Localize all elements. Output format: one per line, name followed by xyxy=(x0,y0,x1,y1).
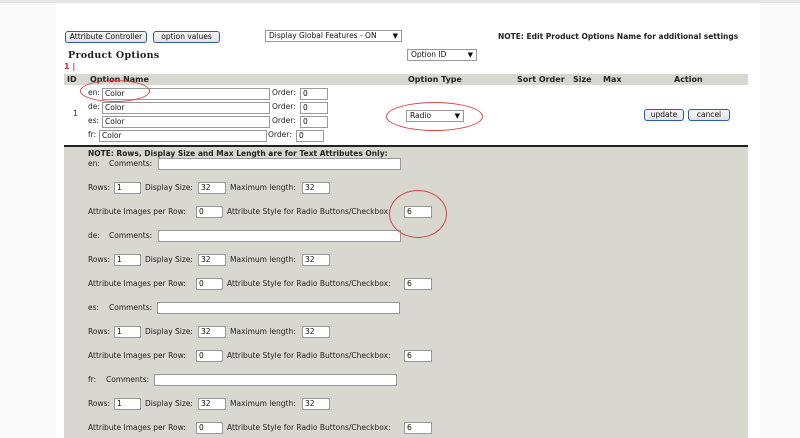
images-per-row-input-en[interactable]: 0 xyxy=(196,206,223,218)
table-header xyxy=(64,74,748,85)
name-input-fr[interactable]: Color xyxy=(99,130,267,142)
col-action: Action xyxy=(674,75,703,84)
style-label-de: Attribute Style for Radio Buttons/Checkb… xyxy=(227,279,391,288)
display-size-label-de: Display Size: xyxy=(145,255,193,264)
comments-input-en[interactable] xyxy=(158,158,401,170)
text-attr-note: NOTE: Rows, Display Size and Max Length … xyxy=(88,149,388,158)
order-label-de: Order: xyxy=(272,102,296,111)
right-margin xyxy=(760,3,800,438)
comments-input-fr[interactable] xyxy=(154,374,397,386)
max-length-label-de: Maximum length: xyxy=(230,255,296,264)
display-size-label-es: Display Size: xyxy=(145,327,193,336)
dropdown-arrow-icon: ▼ xyxy=(467,51,473,59)
name-lang-fr: fr: xyxy=(88,130,97,139)
max-length-label-es: Maximum length: xyxy=(230,327,296,336)
comments-lang-es: es: xyxy=(88,303,100,312)
sort-by-select[interactable]: Option ID ▼ xyxy=(407,49,477,61)
option-values-button[interactable]: option values xyxy=(153,31,220,43)
name-input-de[interactable]: Color xyxy=(102,102,270,114)
max-length-input-es[interactable]: 32 xyxy=(302,326,330,338)
left-margin xyxy=(0,3,56,438)
update-button[interactable]: update xyxy=(644,109,684,121)
max-length-input-fr[interactable]: 32 xyxy=(302,398,330,410)
display-size-input-de[interactable]: 32 xyxy=(198,254,226,266)
images-per-row-input-de[interactable]: 0 xyxy=(196,278,223,290)
dropdown-arrow-icon: ▼ xyxy=(392,32,398,40)
order-input-en[interactable]: 0 xyxy=(300,88,328,100)
max-length-input-en[interactable]: 32 xyxy=(302,182,330,194)
display-size-input-fr[interactable]: 32 xyxy=(198,398,226,410)
option-id: 1 xyxy=(73,109,78,118)
sort-by-value: Option ID xyxy=(411,50,447,59)
display-size-label-fr: Display Size: xyxy=(145,399,193,408)
images-per-row-input-es[interactable]: 0 xyxy=(196,350,223,362)
style-input-fr[interactable]: 6 xyxy=(404,422,432,434)
order-label-es: Order: xyxy=(272,116,296,125)
top-border xyxy=(0,0,800,3)
name-lang-de: de: xyxy=(88,102,100,111)
col-sort-order: Sort Order xyxy=(517,75,565,84)
rows-input-fr[interactable]: 1 xyxy=(114,398,141,410)
annotation-circle-option-name xyxy=(80,80,150,102)
display-size-label-en: Display Size: xyxy=(145,183,193,192)
images-per-row-label-en: Attribute Images per Row: xyxy=(88,207,186,216)
comments-label-en: Comments: xyxy=(109,159,153,168)
comments-input-es[interactable] xyxy=(157,302,400,314)
max-length-input-de[interactable]: 32 xyxy=(302,254,330,266)
style-input-es[interactable]: 6 xyxy=(404,350,432,362)
comments-lang-en: en: xyxy=(88,159,100,168)
rows-input-de[interactable]: 1 xyxy=(114,254,141,266)
cancel-button[interactable]: cancel xyxy=(688,109,730,121)
display-size-input-en[interactable]: 32 xyxy=(198,182,226,194)
style-label-es: Attribute Style for Radio Buttons/Checkb… xyxy=(227,351,391,360)
annotation-circle-option-type xyxy=(386,102,483,131)
style-label-en: Attribute Style for Radio Buttons/Checkb… xyxy=(227,207,391,216)
images-per-row-label-es: Attribute Images per Row: xyxy=(88,351,186,360)
max-length-label-fr: Maximum length: xyxy=(230,399,296,408)
col-size: Size xyxy=(573,75,592,84)
comments-lang-de: de: xyxy=(88,231,100,240)
col-id: ID xyxy=(67,75,77,84)
global-features-value: Display Global Features - ON xyxy=(269,31,377,40)
pagination[interactable]: 1 | xyxy=(64,62,75,71)
comments-label-de: Comments: xyxy=(109,231,153,240)
display-size-input-es[interactable]: 32 xyxy=(198,326,226,338)
order-label-fr: Order: xyxy=(268,130,292,139)
style-label-fr: Attribute Style for Radio Buttons/Checkb… xyxy=(227,423,391,432)
name-lang-es: es: xyxy=(88,116,100,125)
col-option-type: Option Type xyxy=(408,75,462,84)
attribute-controller-button[interactable]: Attribute Controller xyxy=(65,31,147,43)
rows-label-de: Rows: xyxy=(88,255,111,264)
rows-label-en: Rows: xyxy=(88,183,111,192)
comments-label-es: Comments: xyxy=(109,303,153,312)
images-per-row-label-fr: Attribute Images per Row: xyxy=(88,423,186,432)
style-input-de[interactable]: 6 xyxy=(404,278,432,290)
order-input-es[interactable]: 0 xyxy=(300,116,328,128)
comments-input-de[interactable] xyxy=(158,230,401,242)
settings-note: NOTE: Edit Product Options Name for addi… xyxy=(498,32,739,41)
col-max: Max xyxy=(603,75,622,84)
order-label-en: Order: xyxy=(272,88,296,97)
annotation-circle-style xyxy=(389,190,447,238)
order-input-fr[interactable]: 0 xyxy=(296,130,324,142)
page-title: Product Options xyxy=(68,50,160,61)
rows-label-es: Rows: xyxy=(88,327,111,336)
global-features-select[interactable]: Display Global Features - ON ▼ xyxy=(265,30,402,42)
images-per-row-input-fr[interactable]: 0 xyxy=(196,422,223,434)
comments-lang-fr: fr: xyxy=(88,375,97,384)
images-per-row-label-de: Attribute Images per Row: xyxy=(88,279,186,288)
rows-input-es[interactable]: 1 xyxy=(114,326,141,338)
max-length-label-en: Maximum length: xyxy=(230,183,296,192)
order-input-de[interactable]: 0 xyxy=(300,102,328,114)
comments-label-fr: Comments: xyxy=(106,375,150,384)
rows-input-en[interactable]: 1 xyxy=(114,182,141,194)
name-input-es[interactable]: Color xyxy=(102,116,270,128)
rows-label-fr: Rows: xyxy=(88,399,111,408)
